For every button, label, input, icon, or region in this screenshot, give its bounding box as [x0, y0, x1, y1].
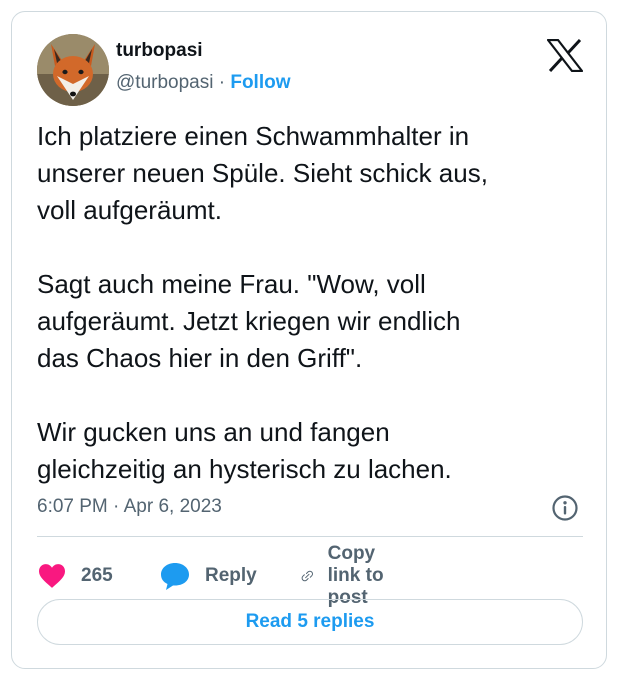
avatar[interactable]: [37, 34, 109, 106]
link-icon: [301, 570, 314, 582]
tweet-card: turbopasi @turbopasi · Follow Ich platzi…: [11, 11, 607, 669]
fox-avatar-image: [37, 34, 109, 106]
separator: ·: [213, 72, 231, 93]
like-button[interactable]: 265: [37, 556, 113, 596]
speech-bubble-icon: [161, 563, 189, 590]
display-name[interactable]: turbopasi: [116, 40, 203, 62]
like-count: 265: [81, 565, 113, 586]
handle[interactable]: @turbopasi: [116, 72, 213, 93]
follow-link[interactable]: Follow: [230, 72, 290, 93]
info-icon[interactable]: [551, 494, 579, 522]
copy-link-button[interactable]: Copy link to post: [301, 543, 393, 608]
reply-button[interactable]: Reply: [159, 556, 257, 596]
timestamp[interactable]: 6:07 PM · Apr 6, 2023: [37, 496, 222, 518]
reply-label: Reply: [205, 565, 257, 586]
divider: [37, 536, 583, 537]
x-logo-icon[interactable]: [546, 38, 584, 73]
read-replies-button[interactable]: Read 5 replies: [37, 599, 583, 645]
tweet-text: Ich platziere einen Schwammhalter in uns…: [37, 121, 488, 484]
handle-row: @turbopasi · Follow: [116, 72, 291, 94]
heart-icon: [39, 564, 65, 588]
